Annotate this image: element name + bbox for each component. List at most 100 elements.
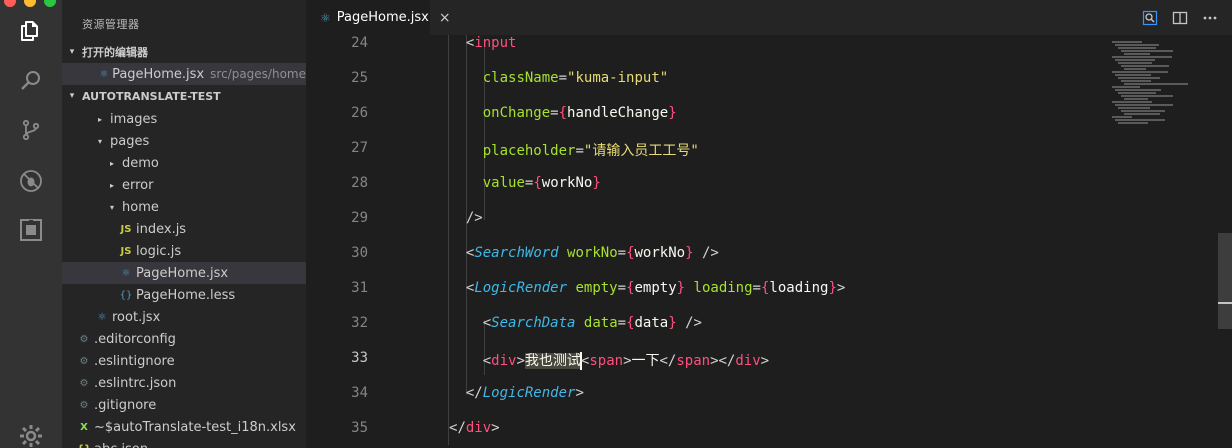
code-token: < <box>482 315 492 331</box>
open-editor-item[interactable]: ⚛ PageHome.jsx src/pages/home <box>62 63 306 85</box>
minimap-line <box>1124 53 1150 55</box>
code-token: loading <box>769 280 829 296</box>
file-item[interactable]: ⚙ .eslintrc.json <box>62 372 306 394</box>
minimap-line <box>1112 86 1140 88</box>
config-file-icon: ⚙ <box>79 333 89 345</box>
code-token: > <box>491 420 500 436</box>
line-number: 27 <box>351 140 368 156</box>
code-token: = <box>617 245 627 261</box>
excel-file-icon: X <box>80 421 88 433</box>
code-line[interactable]: <SearchWord workNo={workNo} /> <box>466 245 719 261</box>
folder-item[interactable]: ▸ error <box>62 174 306 196</box>
file-item[interactable]: {}abc.json <box>62 438 306 448</box>
minimap-line <box>1115 119 1165 121</box>
extensions-icon[interactable] <box>19 218 43 242</box>
folder-item[interactable]: ▾ pages <box>62 130 306 152</box>
code-token: { <box>533 175 542 191</box>
scrollbar-thumb[interactable] <box>1218 233 1232 329</box>
open-editors-header[interactable]: ▾ 打开的编辑器 <box>62 41 306 63</box>
code-token: = <box>558 70 568 86</box>
settings-gear-icon[interactable] <box>19 424 43 448</box>
code-line[interactable]: <input <box>466 35 517 51</box>
folder-item[interactable]: ▾ home <box>62 196 306 218</box>
minimap[interactable] <box>1112 41 1202 131</box>
code-token: LogicRender <box>482 385 576 401</box>
file-item[interactable]: ⚙ .gitignore <box>62 394 306 416</box>
tab-pagehome-jsx[interactable]: ⚛ PageHome.jsx × <box>306 0 451 35</box>
code-line[interactable]: value={workNo} <box>483 175 601 191</box>
editor-actions <box>1142 0 1232 35</box>
minimap-line <box>1115 44 1159 46</box>
code-line[interactable]: <LogicRender empty={empty} loading={load… <box>466 280 845 296</box>
code-token: /> <box>693 245 719 261</box>
code-line[interactable]: <SearchData data={data} /> <box>483 315 702 331</box>
file-item[interactable]: ⚛ PageHome.jsx <box>62 262 306 284</box>
line-number: 28 <box>351 175 368 191</box>
minimap-line <box>1118 47 1156 49</box>
code-token: div <box>491 353 517 369</box>
explorer-icon[interactable] <box>19 19 43 43</box>
workspace-header[interactable]: ▾ AUTOTRANSLATE-TEST <box>62 85 306 107</box>
file-item[interactable]: JS index.js <box>62 218 306 240</box>
activity-bar <box>0 0 62 448</box>
code-token: div <box>735 353 761 369</box>
file-item[interactable]: ⚙ .eslintignore <box>62 350 306 372</box>
close-window-button[interactable] <box>4 0 16 7</box>
minimap-line <box>1121 80 1151 82</box>
code-token: span <box>676 353 711 369</box>
minimap-line <box>1112 41 1142 43</box>
code-line[interactable]: </div> <box>449 420 500 436</box>
minimap-line <box>1121 50 1173 52</box>
folder-item[interactable]: ▸ images <box>62 108 306 130</box>
code-token: = <box>617 280 627 296</box>
folder-item[interactable]: ▸ demo <box>62 152 306 174</box>
code-token: data <box>583 315 618 331</box>
minimap-line <box>1118 77 1160 79</box>
code-token: = <box>752 280 761 296</box>
minimap-line <box>1118 62 1152 64</box>
tree-item-label: PageHome.jsx <box>136 265 229 281</box>
code-token: workNo <box>567 245 618 261</box>
config-file-icon: ⚙ <box>79 377 89 389</box>
code-token: handleChange <box>567 105 669 121</box>
search-icon[interactable] <box>19 68 43 92</box>
code-token: </ <box>659 353 677 369</box>
tab-label: PageHome.jsx <box>336 10 429 25</box>
code-line[interactable]: </LogicRender> <box>466 385 584 401</box>
vertical-scrollbar[interactable] <box>1218 35 1232 448</box>
split-editor-icon[interactable] <box>1172 10 1188 26</box>
zoom-window-button[interactable] <box>44 0 56 7</box>
code-line[interactable]: /> <box>466 210 483 226</box>
file-item[interactable]: ⚛ root.jsx <box>62 306 306 328</box>
more-actions-icon[interactable] <box>1202 10 1218 26</box>
code-line[interactable]: className="kuma-input" <box>483 70 668 86</box>
code-line[interactable]: <div>我也测试<span>一下</span></div> <box>483 350 769 370</box>
file-item[interactable]: {} PageHome.less <box>62 284 306 306</box>
file-item[interactable]: X ~$autoTranslate-test_i18n.xlsx <box>62 416 306 438</box>
tree-item-label: ~$autoTranslate-test_i18n.xlsx <box>94 419 296 435</box>
file-item[interactable]: JS logic.js <box>62 240 306 262</box>
code-editor[interactable]: 24 <input 25 className="kuma-input" 26 onChan… <box>306 35 1232 448</box>
code-line[interactable]: placeholder="请输入员工工号" <box>483 140 699 160</box>
explorer-sidebar: 资源管理器 ▾ 打开的编辑器 ⚛ PageHome.jsx src/pages/… <box>62 0 306 448</box>
file-item[interactable]: ⚙ .editorconfig <box>62 328 306 350</box>
minimap-line <box>1124 68 1146 70</box>
debug-icon[interactable] <box>19 169 43 193</box>
close-icon[interactable]: × <box>439 10 451 26</box>
source-control-icon[interactable] <box>19 118 43 142</box>
minimap-line <box>1121 110 1165 112</box>
code-token: 一下 <box>631 353 660 369</box>
code-line[interactable]: onChange={handleChange} <box>483 105 677 121</box>
react-file-icon: ⚛ <box>97 311 107 323</box>
line-number: 31 <box>351 280 368 296</box>
tree-item-label: .eslintignore <box>94 353 175 369</box>
minimize-window-button[interactable] <box>24 0 36 7</box>
code-token: SearchWord <box>474 245 559 261</box>
chevron-right-icon: ▸ <box>109 180 114 190</box>
line-number: 26 <box>351 105 368 121</box>
tree-item-label: root.jsx <box>112 309 161 325</box>
tree-item-label: .gitignore <box>94 397 157 413</box>
code-token: } <box>668 315 677 331</box>
code-token: = <box>575 143 584 159</box>
open-changes-icon[interactable] <box>1142 10 1158 26</box>
